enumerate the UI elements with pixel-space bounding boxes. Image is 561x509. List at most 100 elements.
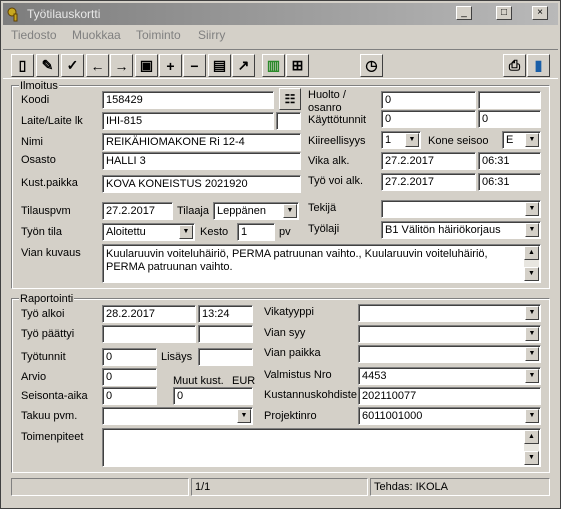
tyoalkoi-date-field[interactable]: 28.2.2017 (102, 305, 196, 323)
viansyy-select[interactable]: ▼ (358, 325, 541, 343)
toolbar: ▯ ✎ ✓ ← → ▣ + − ▤ ↗ ▥ ⊞ ◷ ⎙ ▮ (3, 49, 558, 79)
arrow-right-icon[interactable]: → (110, 54, 133, 77)
koneseisoo-value: E (506, 134, 514, 146)
tyolaji-label: Työlaji (308, 223, 340, 235)
takuu-select[interactable]: ▼ (102, 407, 253, 425)
main-window: Työtilauskortti _ □ × Tiedosto Muokkaa T… (0, 0, 561, 509)
valmistus-value: 4453 (362, 370, 387, 382)
menu-muokkaa[interactable]: Muokkaa (72, 28, 121, 42)
valmistus-label: Valmistus Nro (264, 369, 332, 381)
tyovoialk-date-field[interactable]: 27.2.2017 (381, 173, 476, 191)
tyotunnit-field[interactable]: 0 (102, 348, 157, 366)
toimenpiteet-textarea[interactable]: ▲ ▼ (102, 428, 541, 467)
muutkust-field[interactable]: 0 (173, 387, 253, 405)
menu-tiedosto[interactable]: Tiedosto (11, 28, 57, 42)
tyovoialk-time-field[interactable]: 06:31 (478, 173, 541, 191)
scroll-down-icon[interactable]: ▼ (524, 451, 539, 465)
tilaaja-value: Leppänen (217, 205, 266, 217)
save-icon[interactable]: ▣ (135, 54, 158, 77)
osanro-field[interactable] (478, 91, 541, 109)
tilauspvm-field[interactable]: 27.2.2017 (102, 202, 173, 220)
kesto-label: Kesto (200, 226, 229, 238)
laite-lk-field[interactable] (276, 112, 301, 130)
dropdown-arrow-icon[interactable]: ▼ (405, 133, 419, 147)
dropdown-arrow-icon[interactable]: ▼ (525, 347, 539, 361)
tekija-select[interactable]: ▼ (381, 200, 541, 218)
koneseisoo-select[interactable]: E ▼ (502, 131, 541, 149)
ilmoitus-title: Ilmoitus (19, 80, 59, 92)
projektinro-select[interactable]: 6011001000 ▼ (358, 407, 541, 425)
title-bar: Työtilauskortti _ □ × (3, 3, 558, 25)
vianpaikka-select[interactable]: ▼ (358, 345, 541, 363)
scroll-down-icon[interactable]: ▼ (524, 267, 539, 281)
viankuvaus-textarea[interactable]: Kuularuuvin voiteluhäiriö, PERMA patruun… (102, 244, 541, 283)
arvio-field[interactable]: 0 (102, 368, 157, 386)
vikatyyppi-select[interactable]: ▼ (358, 304, 541, 322)
menu-toiminto[interactable]: Toiminto (136, 28, 181, 42)
dropdown-arrow-icon[interactable]: ▼ (179, 225, 193, 239)
valmistus-select[interactable]: 4453 ▼ (358, 367, 541, 385)
close-button[interactable]: × (532, 6, 548, 20)
kayttotunnit2-field[interactable]: 0 (478, 110, 541, 128)
kayttotunnit-field[interactable]: 0 (381, 110, 476, 128)
viansyy-label: Vian syy (264, 327, 306, 339)
kesto-field[interactable]: 1 (237, 223, 275, 241)
tyoalkoi-time-field[interactable]: 13:24 (198, 305, 253, 323)
laite-label: Laite/Laite lk (21, 115, 83, 127)
laite-field[interactable]: IHI-815 (102, 112, 274, 130)
edit-check-icon[interactable]: ✓ (61, 54, 84, 77)
edit-icon[interactable]: ✎ (36, 54, 59, 77)
dropdown-arrow-icon[interactable]: ▼ (525, 306, 539, 320)
kustpaikka-field[interactable]: KOVA KONEISTUS 2021920 (102, 175, 301, 193)
tyopaattyi-time-field[interactable] (198, 325, 253, 343)
clock-icon[interactable]: ◷ (360, 54, 383, 77)
plus-icon[interactable]: + (159, 54, 182, 77)
tilaaja-select[interactable]: Leppänen ▼ (213, 202, 299, 220)
vikaalk-date-field[interactable]: 27.2.2017 (381, 152, 476, 170)
dropdown-arrow-icon[interactable]: ▼ (525, 369, 539, 383)
osasto-field[interactable]: HALLI 3 (102, 152, 301, 170)
scroll-up-icon[interactable]: ▲ (524, 246, 539, 260)
maximize-button[interactable]: □ (496, 6, 512, 20)
menu-bar: Tiedosto Muokkaa Toiminto Siirry (3, 25, 558, 45)
dropdown-arrow-icon[interactable]: ▼ (525, 133, 539, 147)
seisonta-label: Seisonta-aika (21, 390, 88, 402)
dropdown-arrow-icon[interactable]: ▼ (237, 409, 251, 423)
tyopaattyi-label: Työ päättyi (21, 328, 75, 340)
scroll-up-icon[interactable]: ▲ (524, 430, 539, 444)
ruler-icon[interactable]: ⊞ (286, 54, 309, 77)
tyovoialk-label: Työ voi alk. (308, 175, 364, 187)
tyopaattyi-date-field[interactable] (102, 325, 196, 343)
menu-siirry[interactable]: Siirry (198, 28, 225, 42)
dropdown-arrow-icon[interactable]: ▼ (525, 202, 539, 216)
viankuvaus-scrollbar[interactable]: ▲ ▼ (524, 246, 539, 281)
minus-icon[interactable]: − (183, 54, 206, 77)
dropdown-arrow-icon[interactable]: ▼ (283, 204, 297, 218)
print-icon[interactable]: ⎙ (503, 54, 526, 77)
exit-door-icon[interactable]: ▮ (527, 54, 550, 77)
huolto-label: Huolto / (308, 89, 346, 101)
tyolaji-select[interactable]: B1 Välitön häiriökorjaus ▼ (381, 221, 541, 239)
dropdown-arrow-icon[interactable]: ▼ (525, 223, 539, 237)
dropdown-arrow-icon[interactable]: ▼ (525, 409, 539, 423)
huolto-field[interactable]: 0 (381, 91, 476, 109)
nimi-field[interactable]: REIKÄHIOMAKONE Ri 12-4 (102, 133, 301, 151)
delete-icon[interactable]: ▤ (208, 54, 231, 77)
open-icon[interactable]: ▯ (11, 54, 34, 77)
minimize-button[interactable]: _ (456, 6, 472, 20)
arrow-left-icon[interactable]: ← (86, 54, 109, 77)
export-icon[interactable]: ↗ (232, 54, 255, 77)
kustkohdiste-field[interactable]: 202110077 (358, 387, 541, 405)
seisonta-field[interactable]: 0 (102, 387, 157, 405)
list-lookup-icon[interactable]: ☷ (279, 88, 301, 110)
tyontila-select[interactable]: Aloitettu ▼ (102, 223, 195, 241)
tyontila-label: Työn tila (21, 226, 62, 238)
lisays-field[interactable] (198, 348, 253, 366)
green-book-icon[interactable]: ▥ (262, 54, 285, 77)
kiireellisyys-select[interactable]: 1 ▼ (381, 131, 421, 149)
vikaalk-time-field[interactable]: 06:31 (478, 152, 541, 170)
dropdown-arrow-icon[interactable]: ▼ (525, 327, 539, 341)
toimenpiteet-scrollbar[interactable]: ▲ ▼ (524, 430, 539, 465)
tilauspvm-label: Tilauspvm (21, 205, 71, 217)
koodi-field[interactable]: 158429 (102, 91, 274, 109)
